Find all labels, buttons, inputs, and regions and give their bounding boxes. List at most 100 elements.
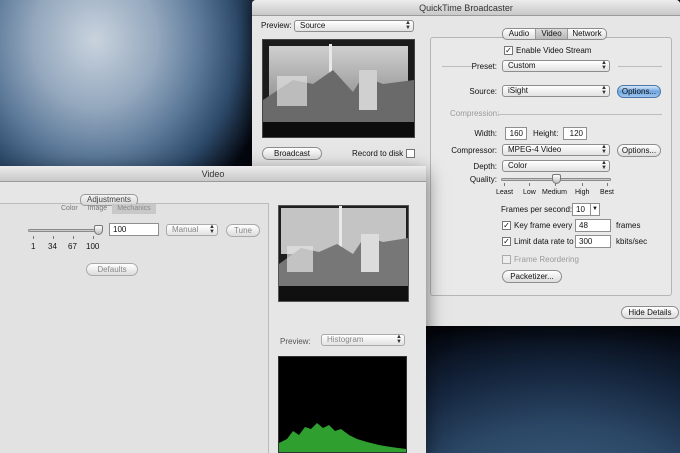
street-scene-image (279, 206, 408, 301)
tab-audio[interactable]: Audio (503, 29, 536, 39)
popup-arrows-icon: ▲ ▼ (405, 20, 411, 31)
popup-arrows-icon: ▲ ▼ (601, 144, 607, 155)
preview-source-value: Source (300, 21, 326, 30)
adjustments-panel (0, 203, 269, 453)
broadcast-preview-image (262, 39, 415, 138)
video-preview-image (278, 205, 409, 302)
tab-video[interactable]: Video (536, 29, 568, 39)
quality-tick-mark (529, 183, 530, 186)
frame-reordering-label: Frame Reordering (514, 255, 579, 264)
depth-label: Depth: (473, 162, 497, 171)
popup-arrows-icon: ▲ ▼ (601, 160, 607, 171)
compressor-options-button[interactable]: Options... (617, 144, 661, 157)
quality-tick-medium: Medium (542, 189, 567, 196)
limit-data-rate-input[interactable]: 300 (575, 235, 611, 248)
slider-tick-mark (73, 236, 74, 239)
mode-popup[interactable]: Manual ▲ ▼ (166, 224, 218, 236)
quality-tick-mark (504, 183, 505, 186)
slider-tick-1: 1 (31, 242, 36, 251)
width-input[interactable]: 160 (505, 127, 527, 140)
broadcaster-title-bar[interactable]: QuickTime Broadcaster (252, 0, 680, 16)
fps-label: Frames per second: (501, 205, 573, 214)
preset-value: Custom (508, 61, 536, 70)
popup-arrows-icon: ▲ ▼ (396, 334, 402, 345)
histogram-graph (279, 423, 406, 452)
quality-tick-mark (555, 183, 556, 186)
quality-tick-least: Least (496, 189, 514, 196)
video-window-title: Video (201, 169, 225, 179)
quality-tick-high: High (575, 189, 590, 196)
mode-value: Manual (172, 225, 199, 234)
tune-button[interactable]: Tune (226, 224, 260, 237)
key-frame-input[interactable]: 48 (575, 219, 611, 232)
slider-tick-mark (33, 236, 34, 239)
enable-video-stream-label: Enable Video Stream (516, 46, 592, 55)
width-label: Width: (474, 129, 497, 138)
compression-divider (498, 114, 662, 115)
subtab-image[interactable]: Image (83, 204, 112, 214)
hide-details-button[interactable]: Hide Details (621, 306, 679, 319)
height-label: Height: (533, 129, 559, 138)
popup-arrows-icon: ▲ ▼ (601, 85, 607, 96)
limit-data-rate-unit: kbits/sec (616, 237, 648, 246)
quality-slider-thumb[interactable] (552, 174, 561, 184)
quality-label: Quality: (469, 175, 497, 184)
record-to-disk-checkbox[interactable] (406, 149, 415, 158)
preset-popup[interactable]: Custom ▲ ▼ (502, 60, 610, 72)
tab-network[interactable]: Network (568, 29, 606, 39)
mechanics-value-input[interactable]: 100 (109, 223, 159, 236)
quality-tick-mark (607, 183, 608, 186)
source-label: Source: (469, 87, 497, 96)
defaults-button[interactable]: Defaults (86, 263, 138, 276)
record-to-disk-label: Record to disk (352, 149, 404, 158)
video-preview-label: Preview: (280, 337, 311, 346)
source-value: iSight (508, 86, 529, 95)
slider-tick-mark (53, 236, 54, 239)
subtab-mechanics[interactable]: Mechanics (112, 204, 156, 214)
video-window: Video Adjustments Color Image Mechanics … (0, 166, 426, 453)
slider-tick-34: 34 (48, 242, 57, 251)
chevron-down-icon[interactable]: ▼ (590, 204, 599, 215)
fps-combo-box[interactable]: 10 ▼ (572, 203, 600, 216)
key-frame-unit: frames (616, 221, 641, 230)
source-options-button[interactable]: Options... (617, 85, 661, 98)
compressor-value: MPEG-4 Video (508, 145, 562, 154)
compression-label: Compression: (450, 109, 500, 118)
quality-tick-mark (582, 183, 583, 186)
enable-video-stream-checkbox[interactable]: ✓ (504, 46, 513, 55)
mechanics-slider-track[interactable] (28, 229, 98, 232)
packetizer-button[interactable]: Packetizer... (502, 270, 562, 283)
quality-tick-best: Best (600, 189, 615, 196)
frame-reordering-checkbox[interactable] (502, 255, 511, 264)
preview-mode-popup[interactable]: Histogram ▲ ▼ (321, 334, 405, 346)
limit-data-rate-checkbox[interactable]: ✓ (502, 237, 511, 246)
broadcaster-title: QuickTime Broadcaster (419, 3, 513, 13)
broadcast-button[interactable]: Broadcast (262, 147, 322, 160)
video-title-bar[interactable]: Video (0, 166, 426, 182)
compressor-popup[interactable]: MPEG-4 Video ▲ ▼ (502, 144, 610, 156)
street-scene-image (263, 40, 414, 137)
subtab-color[interactable]: Color (56, 204, 83, 214)
mechanics-slider-thumb[interactable] (94, 225, 103, 235)
preset-divider-right (618, 66, 662, 67)
popup-arrows-icon: ▲ ▼ (601, 60, 607, 71)
limit-data-rate-label: Limit data rate to (514, 237, 574, 246)
adjustments-subtabs: Color Image Mechanics (56, 204, 156, 214)
slider-tick-100: 100 (86, 242, 100, 251)
height-input[interactable]: 120 (563, 127, 587, 140)
slider-tick-mark (93, 236, 94, 239)
fps-value: 10 (576, 205, 585, 214)
preview-label: Preview: (261, 21, 292, 30)
depth-popup[interactable]: Color ▲ ▼ (502, 160, 610, 172)
key-frame-label: Key frame every (514, 221, 573, 230)
preset-label: Preset: (471, 62, 497, 71)
compressor-label: Compressor: (451, 146, 497, 155)
depth-value: Color (508, 161, 528, 170)
preview-source-popup[interactable]: Source ▲ ▼ (294, 20, 414, 32)
key-frame-checkbox[interactable]: ✓ (502, 221, 511, 230)
histogram-fill (279, 423, 406, 452)
source-popup[interactable]: iSight ▲ ▼ (502, 85, 610, 97)
preview-mode-value: Histogram (327, 335, 364, 344)
settings-tabs: Audio Video Network (502, 28, 607, 40)
slider-tick-67: 67 (68, 242, 77, 251)
